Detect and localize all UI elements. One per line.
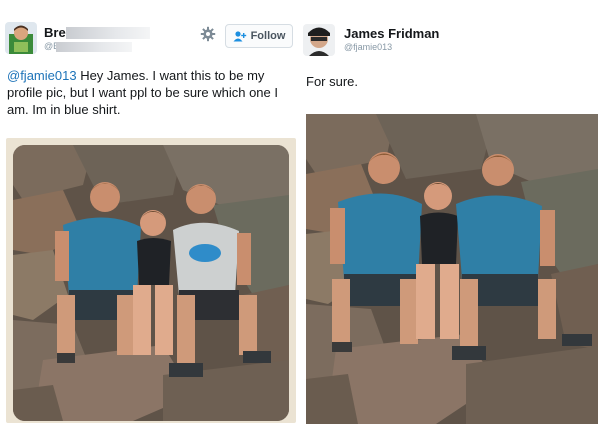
tweet-text: For sure. (306, 74, 359, 89)
tweet-photo[interactable] (306, 114, 598, 424)
follow-button[interactable]: Follow (225, 24, 293, 48)
tweet-author-name[interactable]: Bre (44, 25, 66, 40)
tweet-text: @fjamie013 Hey James. I want this to be … (7, 67, 303, 118)
tweet-author-handle[interactable]: @fjamie013 (344, 42, 392, 52)
follow-label: Follow (250, 30, 286, 42)
tweet-mention[interactable]: @fjamie013 (7, 68, 77, 83)
tweet-photo[interactable] (13, 145, 289, 421)
redaction-bar (66, 27, 150, 39)
avatar-image (303, 24, 335, 56)
tweet-author-name[interactable]: James Fridman (344, 26, 439, 41)
group-photo-original (13, 145, 289, 421)
left-tweet: Bre @B Follow @fjamie013 Hey James. I wa… (0, 0, 300, 428)
follow-person-icon (233, 30, 246, 41)
avatar[interactable] (5, 22, 37, 54)
gear-icon[interactable] (200, 26, 216, 42)
group-photo-edited (306, 114, 598, 424)
redaction-bar (56, 42, 132, 52)
avatar[interactable] (303, 24, 335, 56)
avatar-image (5, 22, 37, 54)
